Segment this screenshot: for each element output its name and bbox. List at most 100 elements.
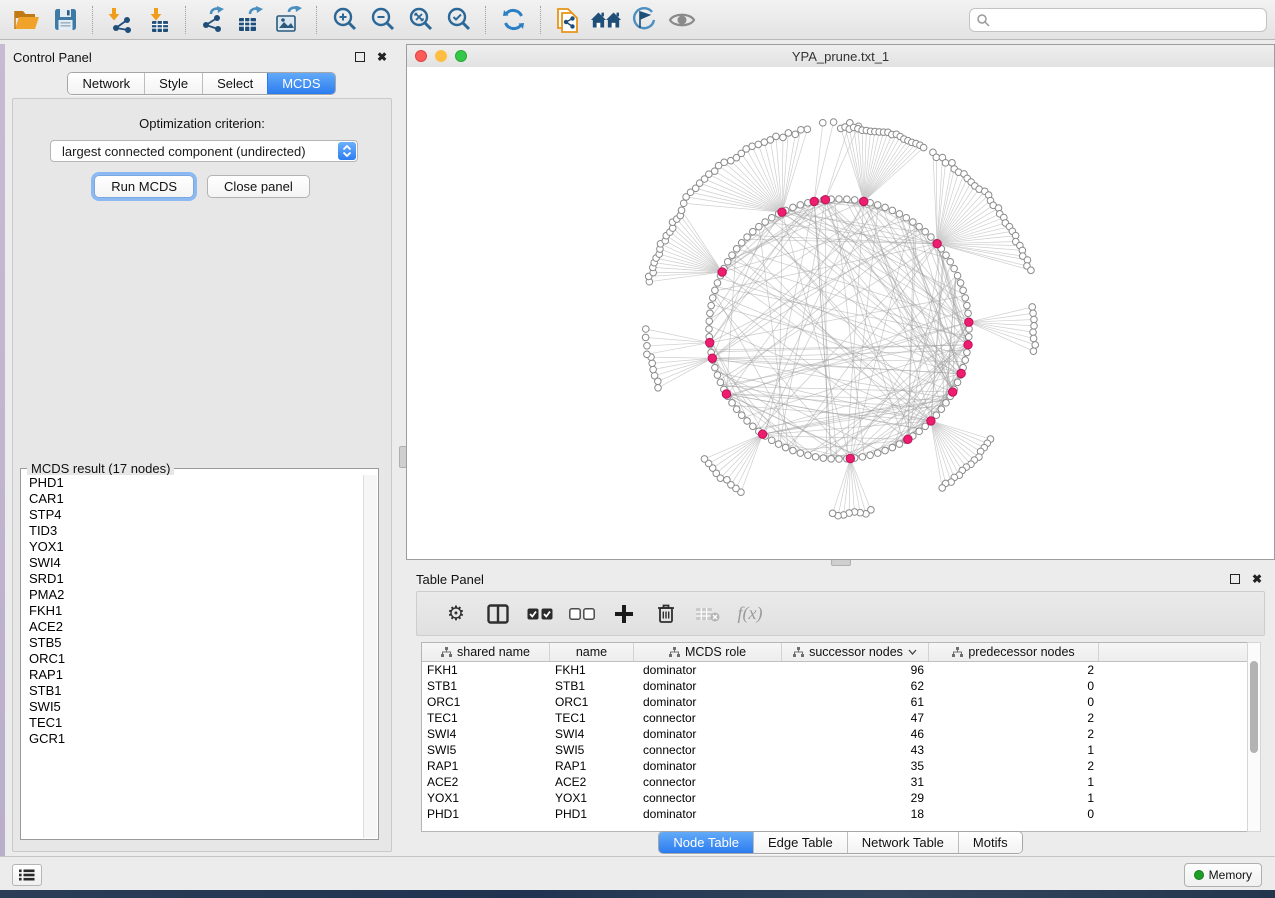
network-leaf-node[interactable] [933, 154, 940, 161]
network-node[interactable] [738, 412, 745, 419]
mcds-result-item[interactable]: STB1 [22, 683, 363, 699]
network-node[interactable] [812, 454, 819, 461]
network-hub-node[interactable] [758, 430, 766, 438]
delete-column-icon[interactable] [645, 598, 687, 630]
network-node[interactable] [712, 364, 719, 371]
tab-network-table[interactable]: Network Table [847, 832, 958, 853]
network-node[interactable] [851, 197, 858, 204]
network-node[interactable] [896, 441, 903, 448]
network-hub-node[interactable] [778, 208, 786, 216]
network-node[interactable] [882, 447, 889, 454]
network-leaf-node[interactable] [1030, 335, 1037, 342]
mcds-result-item[interactable]: TID3 [22, 523, 363, 539]
zoom-fit-icon[interactable] [404, 4, 436, 36]
home-networks-icon[interactable] [590, 4, 622, 36]
network-node[interactable] [820, 455, 827, 462]
network-node[interactable] [938, 406, 945, 413]
network-leaf-node[interactable] [804, 126, 811, 133]
mcds-result-item[interactable]: STB5 [22, 635, 363, 651]
network-hub-node[interactable] [949, 388, 957, 396]
tab-node-table[interactable]: Node Table [659, 832, 753, 853]
network-leaf-node[interactable] [721, 159, 728, 166]
table-scrollbar[interactable] [1247, 642, 1261, 832]
network-node[interactable] [744, 234, 751, 241]
function-builder-icon[interactable]: f(x) [729, 598, 771, 630]
network-node[interactable] [744, 418, 751, 425]
network-node[interactable] [749, 228, 756, 235]
network-leaf-node[interactable] [651, 372, 658, 379]
tab-style[interactable]: Style [144, 73, 202, 94]
network-node[interactable] [844, 196, 851, 203]
network-node[interactable] [964, 349, 971, 356]
network-hub-node[interactable] [708, 354, 716, 362]
column-header-successor-nodes[interactable]: successor nodes [782, 643, 929, 661]
network-node[interactable] [790, 204, 797, 211]
zoom-out-icon[interactable] [366, 4, 398, 36]
network-node[interactable] [903, 214, 910, 221]
network-node[interactable] [962, 295, 969, 302]
network-node[interactable] [717, 379, 724, 386]
network-node[interactable] [706, 326, 713, 333]
network-node[interactable] [916, 428, 923, 435]
network-leaf-node[interactable] [785, 130, 792, 137]
network-leaf-node[interactable] [644, 343, 651, 350]
network-leaf-node[interactable] [1030, 348, 1037, 355]
table-row[interactable]: PHD1PHD1dominator180 [422, 806, 1247, 822]
network-leaf-node[interactable] [749, 143, 756, 150]
network-window-titlebar[interactable]: YPA_prune.txt_1 [407, 45, 1274, 68]
network-leaf-node[interactable] [642, 334, 649, 341]
mcds-result-item[interactable]: PHD1 [22, 475, 363, 491]
network-node[interactable] [775, 441, 782, 448]
network-node[interactable] [707, 310, 714, 317]
memory-button[interactable]: Memory [1184, 863, 1262, 887]
network-hub-node[interactable] [821, 196, 829, 204]
mcds-result-item[interactable]: CAR1 [22, 491, 363, 507]
tab-motifs[interactable]: Motifs [958, 832, 1022, 853]
search-input[interactable] [994, 12, 1266, 28]
save-session-icon[interactable] [49, 4, 81, 36]
select-all-columns-icon[interactable] [519, 598, 561, 630]
mcds-result-item[interactable]: SWI5 [22, 699, 363, 715]
network-leaf-node[interactable] [680, 200, 687, 207]
network-node[interactable] [797, 202, 804, 209]
mcds-result-item[interactable]: ACE2 [22, 619, 363, 635]
network-node[interactable] [729, 400, 736, 407]
column-header-mcds-role[interactable]: MCDS role [634, 643, 782, 661]
delete-table-icon[interactable] [687, 598, 729, 630]
network-node[interactable] [790, 447, 797, 454]
network-leaf-node[interactable] [1029, 304, 1036, 311]
network-node[interactable] [836, 196, 843, 203]
tab-edge-table[interactable]: Edge Table [753, 832, 847, 853]
network-node[interactable] [714, 372, 721, 379]
table-row[interactable]: SWI4SWI4dominator462 [422, 726, 1247, 742]
network-hub-node[interactable] [722, 390, 730, 398]
network-node[interactable] [709, 295, 716, 302]
network-leaf-node[interactable] [650, 366, 657, 373]
table-settings-icon[interactable]: ⚙ [435, 598, 477, 630]
network-leaf-node[interactable] [1028, 267, 1035, 274]
network-hub-node[interactable] [718, 268, 726, 276]
network-leaf-node[interactable] [701, 456, 708, 463]
close-panel-icon[interactable]: ✖ [374, 49, 390, 65]
network-hub-node[interactable] [957, 369, 965, 377]
network-leaf-node[interactable] [792, 131, 799, 138]
zoom-in-icon[interactable] [328, 4, 360, 36]
network-node[interactable] [922, 228, 929, 235]
close-table-panel-icon[interactable]: ✖ [1249, 571, 1265, 587]
network-leaf-node[interactable] [1030, 329, 1037, 336]
mcds-result-item[interactable]: YOX1 [22, 539, 363, 555]
network-node[interactable] [762, 219, 769, 226]
table-row[interactable]: YOX1YOX1connector291 [422, 790, 1247, 806]
tab-network[interactable]: Network [68, 73, 144, 94]
network-leaf-node[interactable] [798, 126, 805, 133]
network-node[interactable] [874, 202, 881, 209]
mcds-result-item[interactable]: TEC1 [22, 715, 363, 731]
table-scrollbar-thumb[interactable] [1250, 661, 1258, 753]
network-leaf-node[interactable] [724, 477, 731, 484]
network-node[interactable] [889, 444, 896, 451]
network-leaf-node[interactable] [1032, 342, 1039, 349]
column-header-shared-name[interactable]: shared name [422, 643, 550, 661]
search-box[interactable] [969, 8, 1267, 32]
float-panel-icon[interactable] [352, 49, 368, 65]
network-node[interactable] [708, 302, 715, 309]
